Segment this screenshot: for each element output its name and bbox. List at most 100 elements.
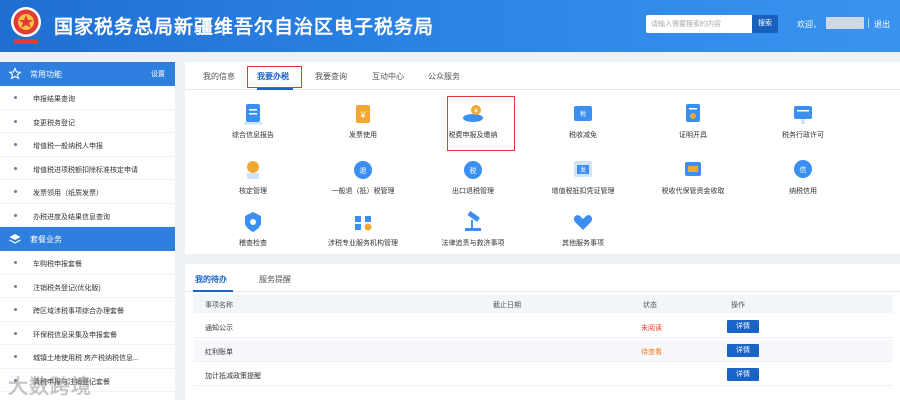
bullet-dot (14, 284, 17, 288)
sidebar-item[interactable]: 发票领用（纸质发票） (0, 180, 175, 204)
service-item[interactable]: 核定管理 (198, 158, 308, 196)
star-icon (8, 67, 22, 80)
sidebar-item[interactable]: 增值税进项税额扣除标准核定申请 (0, 157, 175, 180)
bullet-dot (14, 261, 17, 264)
col-action: 操作 (731, 302, 745, 309)
service-item-label: 一般退（抵）税管理 (331, 188, 395, 195)
sidebar-item[interactable]: 跨区域涉税事项综合办理套餐 (0, 298, 175, 322)
top-header: 国家税务总局新疆维吾尔自治区电子税务局 搜索 欢迎， 退出 (0, 0, 900, 52)
header-divider (868, 18, 869, 28)
service-item-label: 出口退税管理 (452, 188, 494, 195)
tab-public-service[interactable]: 公众服务 (428, 71, 460, 82)
svg-text:税: 税 (580, 110, 586, 118)
sidebar-item[interactable]: 办税进度及结果信息查询 (0, 204, 175, 227)
report-icon (244, 104, 262, 125)
sidebar-item[interactable]: 环保税信息采集及申报套餐 (0, 322, 175, 345)
detail-button[interactable]: 详情 (727, 320, 759, 333)
main-tabs: 我的信息 我要办税 我要查询 互动中心 公众服务 (185, 62, 900, 90)
sidebar-item-label: 环保税信息采集及申报套餐 (33, 331, 117, 339)
bullet-dot (14, 119, 17, 123)
gavel-icon (465, 211, 481, 231)
service-item[interactable]: 稽查检查 (198, 210, 308, 248)
service-item[interactable]: 证明开具 (638, 102, 748, 140)
sidebar: 常用功能 设置 申报结果查询变更税务登记增值税一般纳税人申报增值税进项税额扣除标… (0, 62, 175, 400)
sidebar-group-common[interactable]: 常用功能 设置 (0, 62, 175, 86)
service-item-label: 稽查检查 (239, 240, 267, 247)
svg-text:¥: ¥ (359, 110, 366, 120)
service-item-label: 纳税信用 (789, 188, 817, 195)
watermark: 大数跨境 (8, 376, 92, 398)
service-item[interactable]: 信纳税信用 (748, 158, 858, 196)
search-button[interactable]: 搜索 (752, 15, 778, 33)
invoice-icon: ¥ (356, 105, 370, 123)
sidebar-item[interactable]: 城镇土地使用税 房产税纳税信息... (0, 345, 175, 369)
active-tab-underline (257, 88, 293, 90)
sidebar-item[interactable]: 变更税务登记 (0, 110, 175, 133)
table-row: 红利账单 待查看 详情 (193, 340, 893, 362)
table-header: 事项名称 截止日期 状态 操作 (193, 295, 893, 313)
service-item-label: 涉税专业服务机构管理 (328, 240, 398, 247)
tax-reduction-icon: 税 (574, 106, 592, 121)
sidebar-item-label: 增值税进项税额扣除标准核定申请 (33, 166, 138, 174)
site-title: 国家税务总局新疆维吾尔自治区电子税务局 (54, 16, 435, 38)
tab-service-reminder[interactable]: 服务提醒 (259, 274, 291, 285)
service-item[interactable]: 发增值税抵扣凭证管理 (528, 158, 638, 196)
item-highlight-box (447, 96, 515, 151)
sidebar-item-label: 注销税务登记(优化版) (33, 284, 101, 292)
sidebar-item-label: 城镇土地使用税 房产税纳税信息... (33, 355, 139, 362)
tab-my-todo[interactable]: 我的待办 (195, 274, 227, 285)
agency-icon (355, 216, 372, 231)
license-icon (794, 106, 812, 124)
sidebar-item-label: 变更税务登记 (33, 119, 75, 127)
refund-icon: 退 (354, 161, 372, 179)
service-item[interactable]: 法律追责与救济事项 (418, 210, 528, 248)
certificate-icon (686, 104, 700, 122)
detail-button[interactable]: 详情 (727, 368, 759, 381)
bullet-dot (14, 213, 17, 217)
svg-text:信: 信 (800, 165, 807, 174)
col-status: 状态 (643, 302, 657, 309)
export-refund-icon: 税 (464, 161, 482, 179)
tab-my-info[interactable]: 我的信息 (203, 71, 235, 82)
sidebar-item[interactable]: 注销税务登记(优化版) (0, 275, 175, 298)
credit-icon: 信 (794, 160, 812, 178)
sidebar-item[interactable]: 申报结果查询 (0, 86, 175, 110)
service-item[interactable]: ¥ 发票使用 (308, 102, 418, 140)
sidebar-item-label: 车购税申报套餐 (33, 261, 82, 268)
service-item[interactable]: 综合信息报告 (198, 102, 308, 140)
tab-query[interactable]: 我要查询 (315, 71, 347, 82)
bullet-dot (14, 308, 17, 311)
service-item-label: 税务行政许可 (782, 132, 824, 139)
active-tab-underline (193, 290, 233, 292)
sidebar-settings-link[interactable]: 设置 (151, 69, 165, 79)
detail-button[interactable]: 详情 (727, 344, 759, 357)
sidebar-item[interactable]: 增值税一般纳税人申报 (0, 133, 175, 157)
service-item[interactable]: 税税收减免 (528, 102, 638, 140)
service-item[interactable]: 退一般退（抵）税管理 (308, 158, 418, 196)
username-redacted (826, 17, 864, 29)
bullet-dot (14, 166, 17, 170)
status-badge: 未阅读 (641, 325, 662, 332)
service-item[interactable]: 税出口退税管理 (418, 158, 528, 196)
todo-tabs: 我的待办 服务提醒 (185, 264, 900, 292)
logout-link[interactable]: 退出 (874, 19, 890, 30)
bullet-dot (14, 355, 17, 358)
service-item[interactable]: 税务行政许可 (748, 102, 858, 140)
service-item-label: 证明开具 (679, 132, 707, 139)
bullet-dot (14, 190, 17, 193)
sidebar-group-packages[interactable]: 套餐业务 (0, 227, 175, 251)
service-item-label: 综合信息报告 (232, 132, 274, 139)
sidebar-item[interactable]: 车购税申报套餐 (0, 251, 175, 275)
sidebar-item-label: 增值税一般纳税人申报 (33, 143, 103, 150)
service-item-label: 其他服务事项 (562, 240, 604, 247)
service-item[interactable]: 其他服务事项 (528, 210, 638, 248)
fund-collect-icon (685, 162, 701, 176)
tab-interaction[interactable]: 互动中心 (372, 71, 404, 82)
search-input[interactable] (646, 15, 752, 33)
service-item-label: 税收减免 (569, 132, 597, 139)
service-item[interactable]: 涉税专业服务机构管理 (308, 210, 418, 248)
service-panel: 我的信息 我要办税 我要查询 互动中心 公众服务 综合信息报告 ¥ 发票使用 ¥ 税费申… (185, 62, 900, 254)
service-item[interactable]: 税收代保管资金收取 (638, 158, 748, 196)
svg-text:发: 发 (580, 166, 586, 174)
todo-name: 红利账单 (205, 349, 233, 356)
